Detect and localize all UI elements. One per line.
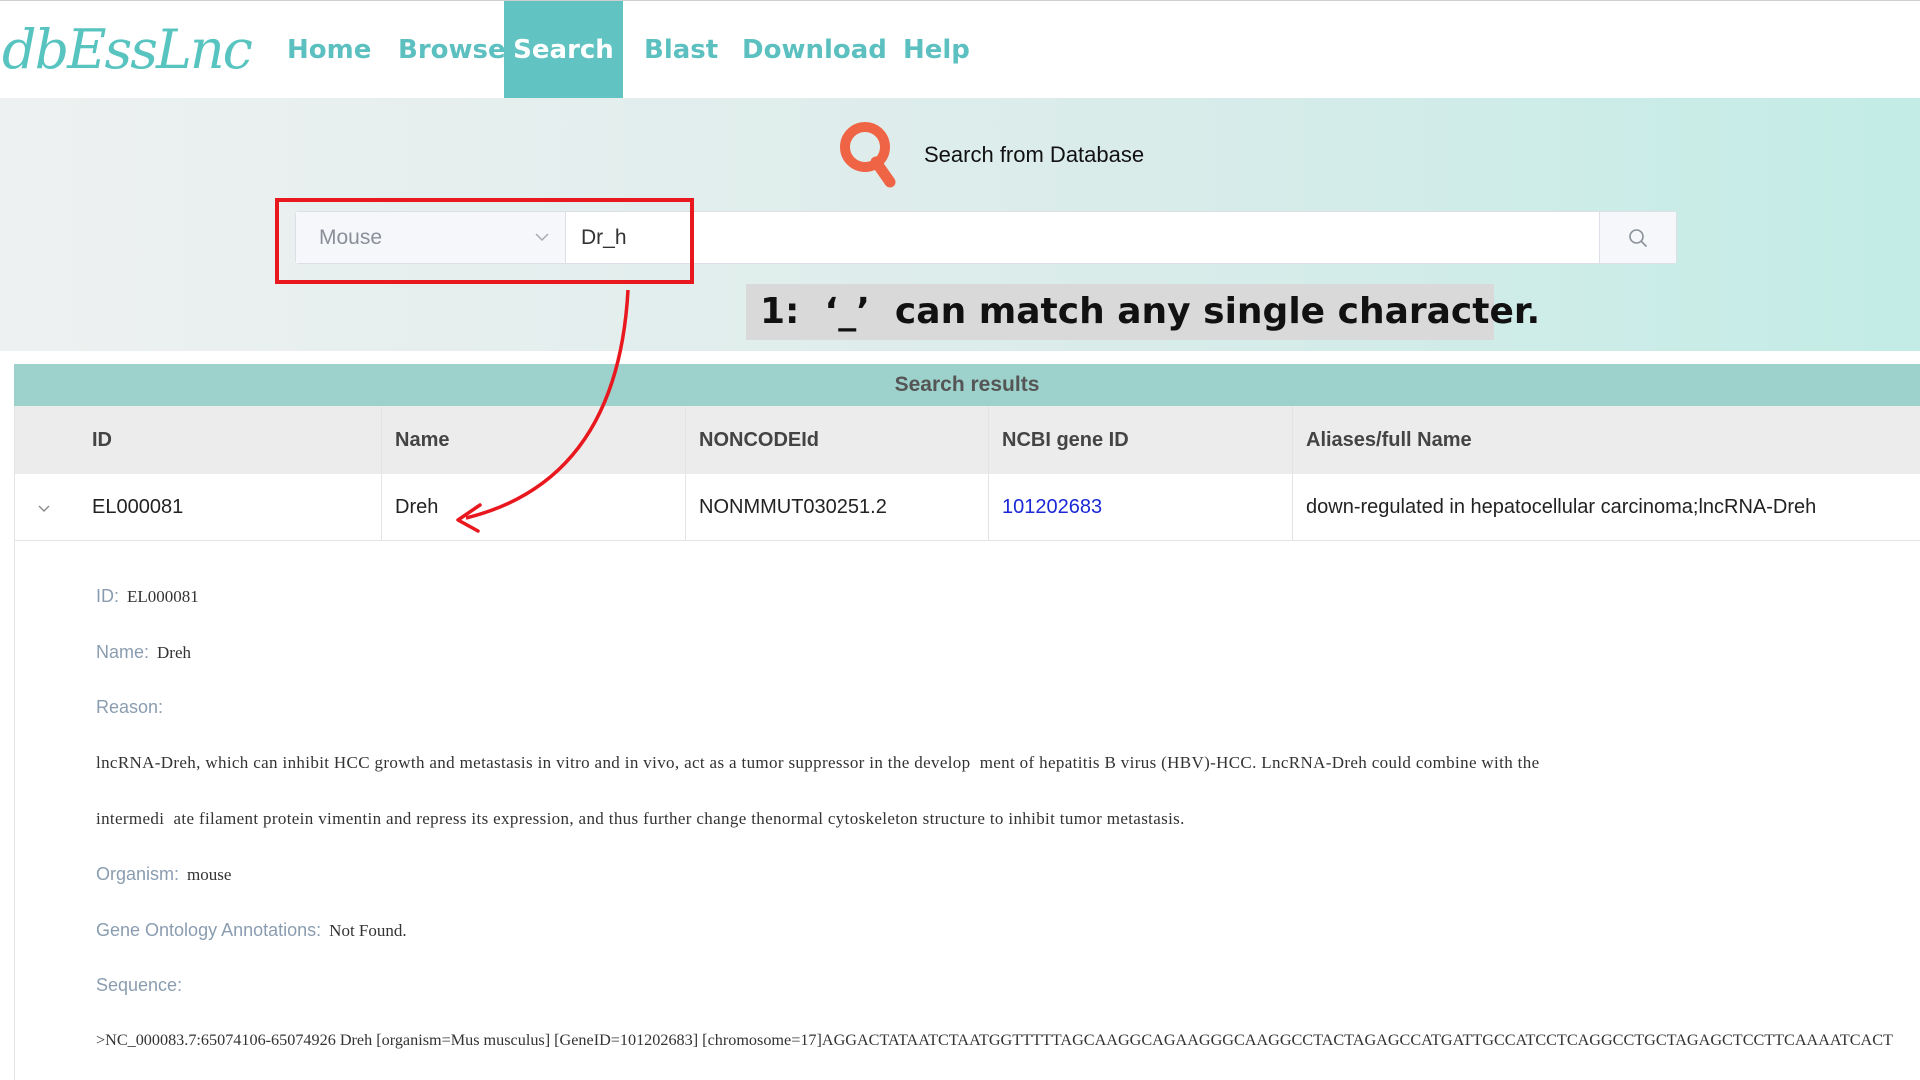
detail-reason-text-1: lncRNA-Dreh, which can inhibit HCC growt… [96,753,1540,772]
column-header-aliases[interactable]: Aliases/full Name [1306,406,1472,474]
nav-blast[interactable]: Blast [644,1,718,98]
cell-aliases: down-regulated in hepatocellular carcino… [1306,496,1817,518]
expanded-detail: ID: EL000081 Name: Dreh Reason: lncRNA-Dre… [14,541,1920,1080]
detail-name-label: Name: [96,642,150,662]
column-header-ncbi-gene-id[interactable]: NCBI gene ID [1002,406,1129,474]
cell-name: Dreh [395,496,439,518]
grid-divider [988,406,989,540]
nav-download[interactable]: Download [742,1,887,98]
results-header: Search results [14,364,1920,406]
detail-organism-label: Organism: [96,864,180,884]
grid-divider [1292,406,1293,540]
column-header-name[interactable]: Name [395,406,449,474]
detail-organism: Organism: mouse [96,864,231,885]
magnifier-icon [840,122,896,188]
nav-browse[interactable]: Browse [398,1,506,98]
detail-organism-value: mouse [187,865,232,884]
grid-divider [685,406,686,540]
top-nav: dbEssLnc Home Browse Search Blast Downlo… [0,1,1920,98]
column-header-noncode-id[interactable]: NONCODEId [699,406,819,474]
site-logo[interactable]: dbEssLnc [2,1,253,98]
detail-go-label: Gene Ontology Annotations: [96,920,322,940]
ncbi-gene-link[interactable]: 101202683 [1002,474,1102,540]
expand-chevron-icon[interactable] [36,500,52,516]
detail-sequence-value: >NC_000083.7:65074106-65074926 Dreh [org… [96,1031,1893,1049]
detail-id-label: ID: [96,586,120,606]
detail-reason: Reason: [96,697,163,718]
nav-search[interactable]: Search [504,1,623,98]
detail-go: Gene Ontology Annotations: Not Found. [96,920,407,941]
detail-name: Name: Dreh [96,642,191,663]
search-button[interactable] [1599,212,1676,263]
cell-noncode-id: NONMMUT030251.2 [699,496,887,518]
search-icon [1629,229,1647,247]
results-table-header: ID Name NONCODEId NCBI gene ID Aliases/f… [14,406,1920,474]
column-header-id[interactable]: ID [92,406,112,474]
grid-divider [381,406,382,540]
detail-name-value: Dreh [157,643,191,662]
detail-reason-text-2: intermedi ate filament protein vimentin … [96,809,1185,828]
table-row[interactable]: EL000081 Dreh NONMMUT030251.2 101202683 … [14,474,1920,540]
nav-help[interactable]: Help [903,1,970,98]
detail-go-value: Not Found. [329,921,407,940]
detail-reason-label: Reason: [96,697,164,717]
cell-id: EL000081 [92,496,184,518]
search-input[interactable] [567,213,1581,262]
detail-id: ID: EL000081 [96,586,199,607]
detail-sequence-label: Sequence: [96,975,183,995]
nav-home[interactable]: Home [287,1,371,98]
annotation-highlight-box [275,198,694,284]
search-title: Search from Database [924,142,1145,167]
annotation-callout: 1: ‘_’ can match any single character. [746,284,1540,340]
detail-id-value: EL000081 [127,587,199,606]
detail-sequence: Sequence: [96,975,182,996]
